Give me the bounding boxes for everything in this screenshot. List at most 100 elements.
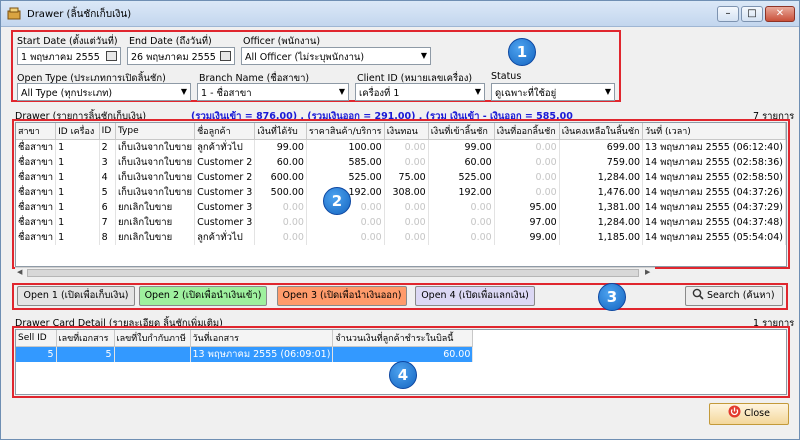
window-title: Drawer (ลิ้นชักเก็บเงิน) — [27, 9, 132, 20]
table-row[interactable]: 5 5 13 พฤษภาคม 2555 (06:09:01) 60.00 — [16, 346, 474, 362]
table-row[interactable]: ชื่อสาขา 1 2 เก็บเงินจากใบขาย ลูกค้าทั่วไป 99… — [16, 139, 786, 155]
table-cell: 0.00 — [306, 230, 385, 245]
table-cell: 192.00 — [428, 185, 495, 200]
table-row[interactable]: ชื่อสาขา 1 7 ยกเลิกใบขาย Customer 3 0.00 0.00 0… — [16, 215, 786, 230]
start-date-picker[interactable]: 1 พฤษภาคม 2555 — [17, 47, 121, 65]
drawer-column-header[interactable]: ID — [99, 123, 116, 140]
table-cell: 14 พฤษภาคม 2555 (04:37:48) — [642, 215, 786, 230]
table-row[interactable]: ชื่อสาขา 1 3 เก็บเงินจากใบขาย Customer 2 60.0… — [16, 155, 786, 170]
drawer-column-header[interactable]: เงินที่ได้รับ — [254, 123, 307, 140]
annotation-badge-1: 1 — [508, 38, 536, 66]
table-cell: 0.00 — [428, 200, 495, 215]
table-cell: 1,284.00 — [559, 215, 644, 230]
table-cell: 525.00 — [306, 170, 385, 185]
drawer-grid[interactable]: สาขา ID เครื่อง ID Type ชื่อลูกค้า เงินที่ได้… — [15, 122, 787, 267]
status-value: ดูเฉพาะที่ใช้อยู่ — [495, 88, 557, 99]
scroll-left-icon[interactable]: ◀ — [17, 268, 22, 276]
annotation-badge-4: 4 — [389, 361, 417, 389]
table-cell: 1 — [55, 200, 100, 215]
table-row[interactable]: ชื่อสาขา 1 4 เก็บเงินจากใบขาย Customer 2 600.… — [16, 170, 786, 185]
table-cell: 7 — [99, 215, 116, 230]
table-cell: 1 — [55, 170, 100, 185]
detail-column-header[interactable]: เลขที่ใบกำกับภาษี — [114, 330, 191, 347]
drawer-column-header[interactable]: Type — [115, 123, 196, 140]
maximize-button[interactable]: □ — [741, 6, 763, 22]
title-bar[interactable]: Drawer (ลิ้นชักเก็บเงิน) – □ ✕ — [1, 1, 799, 27]
table-cell: 8 — [99, 230, 116, 245]
table-cell: 0.00 — [254, 200, 307, 215]
table-cell: 60.00 — [332, 346, 474, 362]
table-row[interactable]: ชื่อสาขา 1 6 ยกเลิกใบขาย Customer 3 0.00 0.00 0… — [16, 200, 786, 215]
detail-table: Sell ID เลขที่เอกสาร เลขที่ใบกำกับภาษี วันท… — [16, 330, 474, 362]
table-cell: 525.00 — [428, 170, 495, 185]
table-cell: 0.00 — [384, 155, 429, 170]
dropdown-arrow-icon: ▼ — [180, 87, 187, 96]
table-cell: ยกเลิกใบขาย — [115, 230, 196, 245]
table-cell: เก็บเงินจากใบขาย — [115, 185, 196, 200]
scrollbar-thumb[interactable] — [27, 269, 639, 277]
table-cell: 13 พฤษภาคม 2555 (06:12:40) — [642, 139, 786, 155]
table-cell: Customer 3 — [194, 200, 256, 215]
table-cell: 0.00 — [428, 215, 495, 230]
open-2-button[interactable]: Open 2 (เปิดเพื่อนำเงินเข้า) — [139, 286, 267, 306]
drawer-column-header[interactable]: เงินคงเหลือในลิ้นชัก — [559, 123, 644, 140]
close-button[interactable]: Close — [709, 403, 789, 425]
horizontal-scrollbar[interactable]: ◀ ▶ — [15, 267, 655, 278]
search-label: Search (ค้นหา) — [707, 290, 775, 301]
drawer-column-header[interactable]: วันที่ (เวลา) — [642, 123, 786, 140]
end-date-picker[interactable]: 26 พฤษภาคม 2555 — [127, 47, 235, 65]
client-id-value: เครื่องที่ 1 — [359, 88, 400, 99]
table-cell: 14 พฤษภาคม 2555 (02:58:50) — [642, 170, 786, 185]
table-cell: 0.00 — [494, 155, 560, 170]
open-type-select[interactable]: All Type (ทุกประเภท) ▼ — [17, 83, 191, 101]
officer-select[interactable]: All Officer (ไม่ระบุพนักงาน) ▼ — [241, 47, 431, 65]
dropdown-arrow-icon: ▼ — [604, 87, 611, 96]
table-cell: 60.00 — [428, 155, 495, 170]
search-icon — [692, 288, 704, 300]
branch-select[interactable]: 1 - ชื่อสาขา ▼ — [197, 83, 349, 101]
drawer-column-header[interactable]: เงินที่ออกลิ้นชัก — [494, 123, 560, 140]
table-cell: 1 — [55, 230, 100, 245]
scroll-right-icon[interactable]: ▶ — [645, 268, 650, 276]
drawer-column-header[interactable]: เงินทอน — [384, 123, 429, 140]
detail-column-header[interactable]: เลขที่เอกสาร — [56, 330, 115, 347]
table-cell: 0.00 — [384, 215, 429, 230]
detail-column-header[interactable]: Sell ID — [16, 330, 57, 347]
drawer-column-header[interactable]: ID เครื่อง — [55, 123, 100, 140]
drawer-column-header[interactable]: เงินที่เข้าลิ้นชัก — [428, 123, 495, 140]
table-cell: 500.00 — [254, 185, 307, 200]
window-close-button[interactable]: ✕ — [765, 6, 795, 22]
dropdown-arrow-icon: ▼ — [420, 51, 427, 60]
drawer-column-header[interactable]: ราคาสินค้า/บริการ — [306, 123, 385, 140]
drawer-column-header[interactable]: ชื่อลูกค้า — [194, 123, 256, 140]
table-cell: 0.00 — [254, 215, 307, 230]
table-row[interactable]: ชื่อสาขา 1 8 ยกเลิกใบขาย ลูกค้าทั่วไป 0.00 0.0… — [16, 230, 786, 245]
open-type-value: All Type (ทุกประเภท) — [21, 88, 113, 99]
calendar-icon[interactable] — [220, 51, 231, 61]
annotation-badge-2: 2 — [323, 187, 351, 215]
table-cell: 5 — [56, 346, 115, 362]
dropdown-arrow-icon: ▼ — [338, 87, 345, 96]
table-cell: 1,185.00 — [559, 230, 644, 245]
table-cell: ชื่อสาขา — [16, 139, 57, 155]
table-cell: ลูกค้าทั่วไป — [194, 230, 256, 245]
search-button[interactable]: Search (ค้นหา) — [685, 286, 783, 306]
table-cell: 97.00 — [494, 215, 560, 230]
client-id-select[interactable]: เครื่องที่ 1 ▼ — [355, 83, 485, 101]
detail-column-header[interactable]: จำนวนเงินที่ลูกค้าชำระในบิลนี้ — [332, 330, 474, 347]
open-4-button[interactable]: Open 4 (เปิดเพื่อแลกเงิน) — [415, 286, 535, 306]
table-cell: 0.00 — [494, 170, 560, 185]
calendar-icon[interactable] — [106, 51, 117, 61]
dropdown-arrow-icon: ▼ — [474, 87, 481, 96]
minimize-button[interactable]: – — [717, 6, 739, 22]
drawer-column-header[interactable]: สาขา — [16, 123, 57, 140]
table-cell: ยกเลิกใบขาย — [115, 215, 196, 230]
table-cell: 699.00 — [559, 139, 644, 155]
table-cell: ยกเลิกใบขาย — [115, 200, 196, 215]
detail-column-header[interactable]: วันที่เอกสาร — [190, 330, 334, 347]
table-cell: 100.00 — [306, 139, 385, 155]
status-select[interactable]: ดูเฉพาะที่ใช้อยู่ ▼ — [491, 83, 615, 101]
table-row[interactable]: ชื่อสาขา 1 5 เก็บเงินจากใบขาย Customer 3 500.… — [16, 185, 786, 200]
open-3-button[interactable]: Open 3 (เปิดเพื่อนำเงินออก) — [277, 286, 407, 306]
open-1-button[interactable]: Open 1 (เปิดเพื่อเก็บเงิน) — [17, 286, 135, 306]
